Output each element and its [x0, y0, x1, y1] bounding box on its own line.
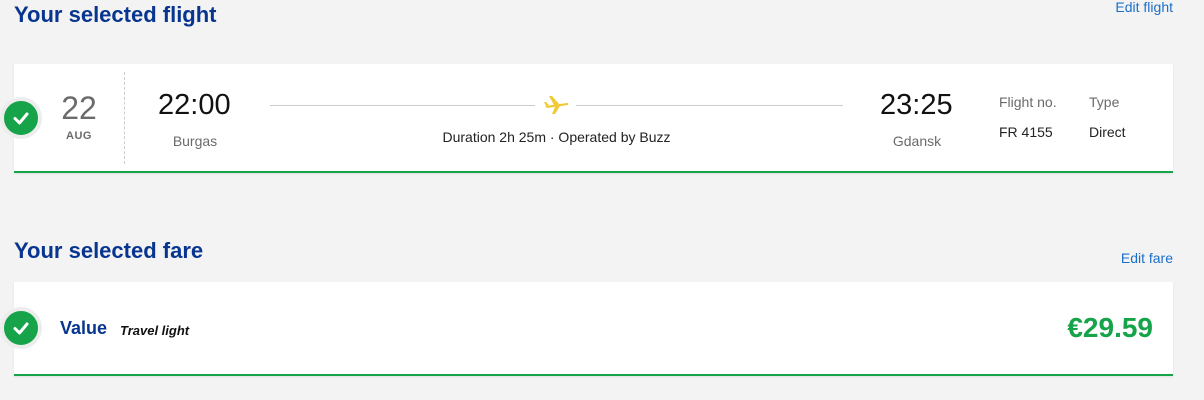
departure-city: Burgas — [172, 133, 218, 149]
plane-icon — [544, 96, 569, 114]
fare-price: €29.59 — [1067, 312, 1153, 343]
arrival-time: 23:25 — [880, 89, 953, 121]
check-icon — [0, 307, 42, 349]
flight-number-value: FR 4155 — [999, 124, 1053, 140]
check-icon — [0, 97, 42, 139]
fare-name: Value — [60, 318, 108, 338]
flight-type-value: Direct — [1089, 124, 1126, 140]
flight-type-label: Type — [1089, 94, 1120, 110]
departure-time: 22:00 — [158, 89, 231, 121]
fare-section-title: Your selected fare — [14, 238, 204, 263]
flight-card: 22 AUG 22:00 Burgas Duration 2h 25m · Op… — [0, 64, 1173, 173]
edit-fare-link[interactable]: Edit fare — [1121, 250, 1173, 266]
flight-duration: Duration 2h 25m · Operated by Buzz — [442, 129, 671, 145]
date-divider — [124, 72, 125, 164]
edit-flight-link[interactable]: Edit flight — [1115, 0, 1173, 15]
flight-date-day: 22 — [61, 90, 97, 126]
arrival-city: Gdansk — [892, 133, 942, 149]
fare-tagline: Travel light — [120, 323, 190, 338]
flight-number-label: Flight no. — [999, 94, 1057, 110]
flight-date: 22 AUG — [52, 90, 106, 142]
fare-card: Value Travel light €29.59 — [0, 282, 1173, 376]
flight-date-month: AUG — [66, 130, 92, 142]
route-line-left — [270, 105, 535, 106]
route-line-right — [576, 105, 843, 106]
flight-section-title: Your selected flight — [14, 2, 217, 27]
